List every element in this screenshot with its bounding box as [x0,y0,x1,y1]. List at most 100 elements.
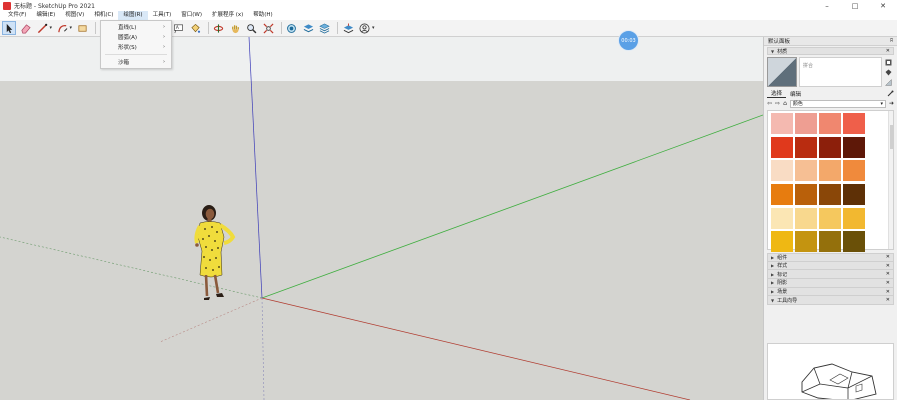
menu-help[interactable]: 帮助(H) [248,11,277,20]
title-bar: 无标题 - SketchUp Pro 2021 – □ ✕ [0,0,897,11]
menu-tools[interactable]: 工具(T) [148,11,177,20]
color-swatch[interactable] [819,184,841,206]
layer-tool-button[interactable] [318,21,332,35]
materials-panel-header[interactable]: ▼ 材质 ✕ [767,47,894,55]
close-panel-icon[interactable]: ✕ [886,297,890,303]
scene-canvas[interactable] [0,37,763,400]
draw-menu-item-arc[interactable]: 圆弧(A) › [101,32,171,42]
color-swatch[interactable] [771,136,793,158]
close-panel-icon[interactable]: ✕ [886,263,890,269]
styles-tool-button[interactable] [341,21,355,35]
orbit-tool-button[interactable] [212,21,226,35]
account-dropdown-arrow[interactable]: ▾ [372,25,375,31]
account-button[interactable] [358,21,372,35]
color-swatch[interactable] [843,184,865,206]
create-material-icon[interactable] [885,69,892,76]
menu-edit[interactable]: 编辑(E) [31,11,60,20]
back-arrow-icon[interactable]: ⇦ [767,100,772,107]
default-material-icon[interactable] [884,78,892,86]
panel-shadows[interactable]: ▶ 阴影 ✕ [767,279,894,288]
color-swatch[interactable] [771,207,793,229]
line-tool-button[interactable] [35,21,49,35]
color-swatch[interactable] [795,231,817,253]
color-swatch[interactable] [771,160,793,182]
eraser-tool-button[interactable] [19,21,33,35]
color-swatch[interactable] [795,113,817,134]
paint-bucket-tool-button[interactable] [188,21,202,35]
home-icon[interactable]: ⌂ [783,100,787,107]
section-tool-button[interactable] [285,21,299,35]
select-tool-button[interactable] [2,21,16,35]
rectangle-tool-button[interactable] [75,21,89,35]
arc-tool-button[interactable] [55,21,69,35]
menu-window[interactable]: 窗口(W) [176,11,207,20]
color-swatch[interactable] [795,136,817,158]
display-secondary-icon[interactable] [885,59,892,66]
close-button[interactable]: ✕ [869,0,897,11]
panel-tags[interactable]: ▶ 标记 ✕ [767,270,894,280]
current-material-swatch[interactable] [767,57,797,87]
menu-file[interactable]: 文件(F) [3,11,31,20]
panel-instructor[interactable]: ▼ 工具向导 ✕ [767,296,894,306]
forward-arrow-icon[interactable]: ⇨ [775,100,780,107]
details-arrow-icon[interactable]: ➜ [889,100,894,107]
text-icon: A [174,24,183,33]
tab-select[interactable]: 选择 [767,89,787,98]
eyedropper-icon[interactable] [887,90,894,97]
close-panel-icon[interactable]: ✕ [886,48,890,54]
color-swatch[interactable] [819,113,841,134]
model-viewport[interactable] [0,37,763,400]
pan-tool-button[interactable] [228,21,242,35]
color-swatch[interactable] [819,136,841,158]
material-name-field[interactable]: 拼合 [799,57,882,87]
line-dropdown-arrow[interactable]: ▾ [50,25,53,31]
text-tool-button[interactable]: A [172,21,186,35]
color-swatch[interactable] [819,231,841,253]
color-swatch[interactable] [843,231,865,253]
menu-draw[interactable]: 绘图(R) [118,11,148,20]
close-panel-icon[interactable]: ✕ [886,280,890,286]
zoom-extents-tool-button[interactable] [261,21,275,35]
arc-dropdown-arrow[interactable]: ▾ [70,25,73,31]
panel-styles[interactable]: ▶ 样式 ✕ [767,261,894,271]
pin-icon[interactable]: ʭ [890,38,893,44]
color-swatch[interactable] [819,207,841,229]
close-panel-icon[interactable]: ✕ [886,289,890,295]
library-row: ⇦ ⇨ ⌂ 颜色 ▾ ➜ [767,99,894,108]
color-swatch[interactable] [843,207,865,229]
tab-edit[interactable]: 编辑 [786,90,805,98]
collapsed-triangle-icon: ▶ [771,263,775,269]
maximize-button[interactable]: □ [841,0,869,11]
color-swatch[interactable] [771,184,793,206]
palette-scrollbar[interactable] [888,111,893,249]
top-view-tool-button[interactable] [301,21,315,35]
color-swatch[interactable] [795,184,817,206]
arc-icon [57,24,67,32]
collapsed-panels: ▶ 组件 ✕ ▶ 样式 ✕ ▶ 标记 ✕ ▶ 阴影 ✕ ▶ 场景 ✕ ▼ 工具向导 ✕ [764,253,897,306]
panel-scenes[interactable]: ▶ 场景 ✕ [767,287,894,297]
color-swatch[interactable] [819,160,841,182]
close-panel-icon[interactable]: ✕ [886,254,890,260]
menu-view[interactable]: 视图(V) [60,11,89,20]
color-swatch[interactable] [795,207,817,229]
draw-menu-item-sandbox[interactable]: 沙箱 › [101,57,171,67]
menu-camera[interactable]: 相机(C) [89,11,118,20]
tray-title: 默认面板 [768,39,791,45]
color-swatch[interactable] [771,113,793,134]
color-swatch[interactable] [771,231,793,253]
minimize-button[interactable]: – [813,0,841,11]
color-swatch[interactable] [843,160,865,182]
submenu-arrow-icon: › [163,34,165,40]
color-swatch[interactable] [795,160,817,182]
menu-extensions[interactable]: 扩展程序 (x) [207,11,248,20]
material-library-select[interactable]: 颜色 ▾ [789,99,886,108]
scrollbar-thumb[interactable] [890,125,893,149]
draw-menu-item-shapes[interactable]: 形状(S) › [101,42,171,52]
color-swatch[interactable] [843,136,865,158]
zoom-tool-button[interactable] [245,21,259,35]
draw-menu-item-line[interactable]: 直线(L) › [101,22,171,32]
panel-components[interactable]: ▶ 组件 ✕ [767,253,894,262]
color-swatch[interactable] [843,113,865,134]
close-panel-icon[interactable]: ✕ [886,271,890,277]
sketchup-app-icon [3,1,11,10]
